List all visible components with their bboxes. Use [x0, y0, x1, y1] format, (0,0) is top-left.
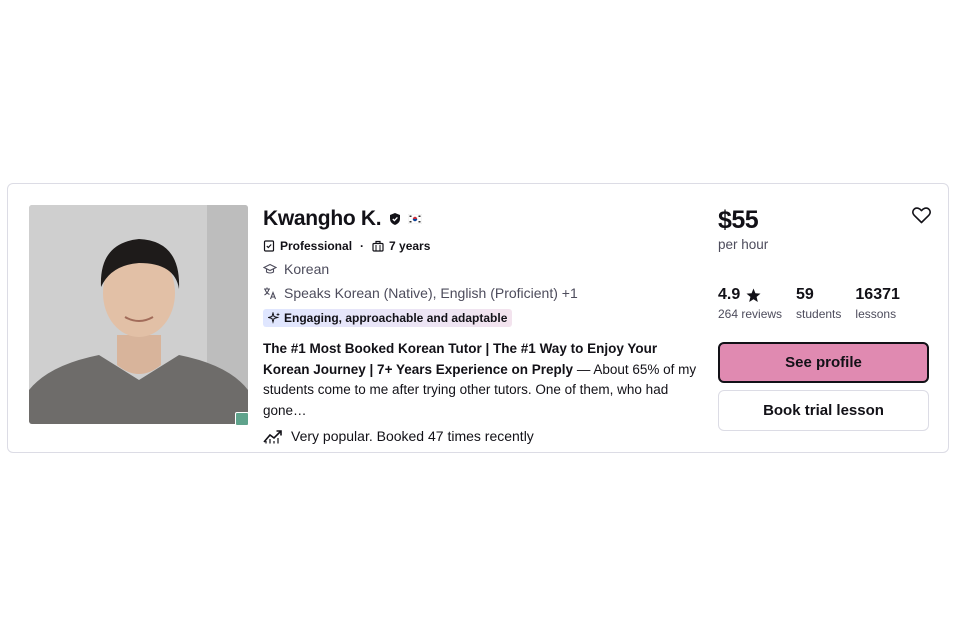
popularity-text: Very popular. Booked 47 times recently: [291, 428, 534, 444]
verified-icon: [390, 213, 401, 225]
price-value: $55: [718, 206, 759, 234]
online-status-indicator: [235, 412, 249, 426]
stat-students: 59 students: [796, 286, 841, 321]
tutor-card[interactable]: Kwangho K. Professional · 7 years Korean…: [7, 183, 949, 453]
tutor-description[interactable]: The #1 Most Booked Korean Tutor | The #1…: [263, 339, 703, 421]
students-count: 59: [796, 286, 814, 303]
korea-flag-icon: [408, 214, 423, 224]
subject-label: Korean: [284, 261, 330, 277]
graduation-cap-icon: [263, 263, 277, 274]
see-profile-button[interactable]: See profile: [718, 342, 929, 383]
students-label: students: [796, 307, 842, 321]
sparkle-icon: [268, 312, 280, 324]
tutor-tag: Engaging, approachable and adaptable: [263, 309, 513, 327]
trending-icon: [263, 430, 282, 444]
rating-value: 4.9: [718, 286, 741, 303]
star-icon: [746, 288, 761, 302]
separator-dot: ·: [360, 239, 365, 253]
professional-badge: Professional: [280, 239, 353, 253]
languages-spoken: Speaks Korean (Native), English (Profici…: [284, 285, 578, 301]
translate-icon: [264, 287, 277, 300]
lessons-count: 16371: [855, 286, 900, 303]
tutor-name[interactable]: Kwangho K.: [263, 207, 382, 231]
lessons-label: lessons: [855, 307, 897, 321]
professional-icon: [263, 240, 275, 252]
book-trial-lesson-button[interactable]: Book trial lesson: [718, 390, 929, 431]
price-block: $55 per hour: [718, 206, 768, 252]
price-unit: per hour: [718, 237, 769, 252]
tutor-photo[interactable]: [29, 205, 248, 424]
tutor-stats: 4.9 264 reviews 59 students 16371 lesson…: [718, 286, 914, 321]
heart-icon[interactable]: [912, 207, 931, 224]
briefcase-icon: [372, 240, 384, 252]
tutor-info: Kwangho K. Professional · 7 years Korean…: [263, 206, 703, 444]
experience-years: 7 years: [389, 239, 431, 253]
stat-rating[interactable]: 4.9 264 reviews: [718, 286, 782, 321]
stat-lessons: 16371 lessons: [855, 286, 900, 321]
reviews-count: 264 reviews: [718, 307, 783, 321]
tag-label: Engaging, approachable and adaptable: [284, 311, 508, 325]
